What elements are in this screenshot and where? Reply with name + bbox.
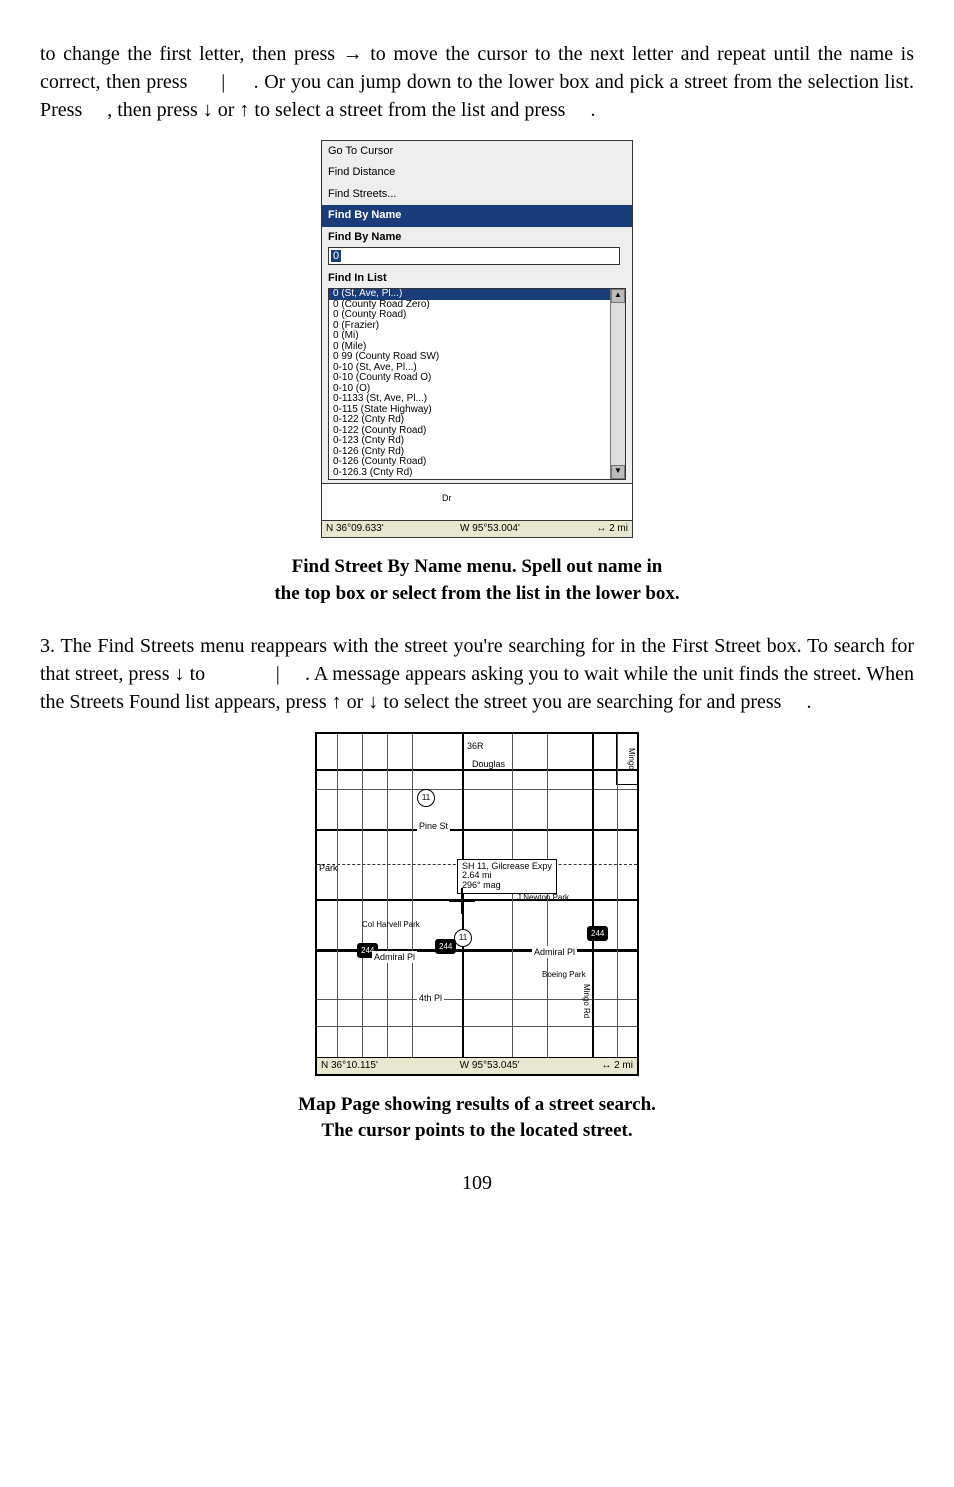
- status-bar: N 36°09.633' W 95°53.004' ↔ 2 mi: [322, 520, 632, 537]
- hwy-244-shield-icon: 244: [435, 939, 456, 954]
- menu-item-find-streets: Find Streets...: [328, 188, 396, 200]
- map-label-36r: 36R: [467, 740, 484, 753]
- status-lat: N 36°09.633': [326, 522, 384, 536]
- scroll-up-arrow-icon[interactable]: ▲: [611, 289, 625, 303]
- list-item[interactable]: 0-126.3 (Cnty Rd): [329, 468, 625, 479]
- map-label-harvell-park: Col Harvell Park: [362, 919, 420, 930]
- map-status-bar: N 36°10.115' W 95°53.045' ↔ 2 mi: [317, 1057, 637, 1074]
- find-by-name-section: Find By Name 0: [322, 227, 632, 268]
- caption-line: Find Street By Name menu. Spell out name…: [292, 556, 663, 577]
- map-label-park: Park: [319, 862, 338, 875]
- road: [512, 734, 513, 1074]
- road: [317, 899, 637, 901]
- status-lon: W 95°53.004': [460, 522, 520, 536]
- find-in-list-section: Find In List 0 (St, Ave, Pl...) 0 (Count…: [322, 268, 632, 483]
- list-scrollbar[interactable]: ▲ ▼: [610, 289, 625, 479]
- popup-menu: Go To Cursor Find Distance Find Streets.…: [322, 141, 632, 205]
- status-distance: 2 mi: [614, 1060, 633, 1071]
- figure-2-caption: Map Page showing results of a street sea…: [40, 1092, 914, 1145]
- mini-map-label: Dr: [442, 492, 452, 505]
- hwy-11-shield-icon: 11: [417, 789, 435, 807]
- road: [592, 734, 594, 1074]
- road: [617, 734, 618, 1074]
- map-label-newton-park: J.Newton Park: [517, 892, 569, 903]
- map-label-4th-pl: 4th Pl: [417, 992, 444, 1005]
- mini-map-strip: Dr: [322, 483, 632, 520]
- map-label-boeing-park: Boeing Park: [542, 969, 586, 980]
- scale-indicator: Mingo: [616, 734, 637, 785]
- info-bearing: 296° mag: [462, 881, 552, 891]
- map-label-admiral-pl: Admiral Pl: [372, 951, 417, 964]
- list-item[interactable]: 0 (Frazier): [329, 321, 625, 332]
- hwy-11-shield-icon: 11: [454, 929, 472, 947]
- road: [337, 734, 338, 1074]
- input-cursor-char: 0: [331, 250, 341, 262]
- map-page-screenshot: Mingo 36R Douglas Pine St Park 11 11 SH …: [315, 732, 639, 1076]
- caption-line: The cursor points to the located street.: [321, 1120, 632, 1141]
- menu-item-find-distance: Find Distance: [328, 166, 395, 178]
- menu-item-goto-cursor: Go To Cursor: [328, 145, 393, 157]
- road: [317, 829, 637, 831]
- road: [317, 789, 637, 790]
- road: [412, 734, 413, 1074]
- find-by-name-label: Find By Name: [328, 230, 626, 245]
- road: [317, 1026, 637, 1027]
- status-lon: W 95°53.045': [460, 1059, 520, 1073]
- map-cursor-icon: [457, 896, 467, 906]
- scroll-down-arrow-icon[interactable]: ▼: [611, 465, 625, 479]
- distance-icon: ↔: [596, 523, 606, 534]
- status-distance: 2 mi: [609, 523, 628, 534]
- road: [387, 734, 388, 1074]
- dialog-title-bar: Find By Name: [322, 205, 632, 226]
- caption-line: Map Page showing results of a street sea…: [298, 1094, 656, 1115]
- map-label-admiral-pl: Admiral Pl: [532, 946, 577, 959]
- find-by-name-screenshot: Go To Cursor Find Distance Find Streets.…: [321, 140, 633, 538]
- list-item[interactable]: 0 (Mi): [329, 331, 625, 342]
- map-label-douglas: Douglas: [472, 758, 505, 771]
- hwy-244-shield-icon: 244: [587, 926, 608, 941]
- distance-icon: ↔: [601, 1060, 611, 1071]
- list-item[interactable]: 0-10 (County Road O): [329, 373, 625, 384]
- page-number: 109: [40, 1169, 914, 1197]
- road: [547, 734, 548, 1074]
- paragraph-2: 3. The Find Streets menu reappears with …: [40, 632, 914, 716]
- status-lat: N 36°10.115': [321, 1059, 378, 1073]
- caption-line: the top box or select from the list in t…: [274, 583, 679, 604]
- name-input[interactable]: 0: [328, 247, 620, 265]
- paragraph-1: to change the first letter, then press →…: [40, 40, 914, 124]
- street-list[interactable]: 0 (St, Ave, Pl...) 0 (County Road Zero) …: [328, 288, 626, 480]
- map-label-mingo-rd: Mingo Rd: [581, 984, 592, 1018]
- map-label-pine-st: Pine St: [417, 820, 450, 833]
- find-in-list-label: Find In List: [328, 271, 626, 286]
- road: [362, 734, 363, 1074]
- figure-1-caption: Find Street By Name menu. Spell out name…: [40, 554, 914, 607]
- street-info-callout: SH 11, Gilcrease Expy 2.64 mi 296° mag: [457, 859, 557, 895]
